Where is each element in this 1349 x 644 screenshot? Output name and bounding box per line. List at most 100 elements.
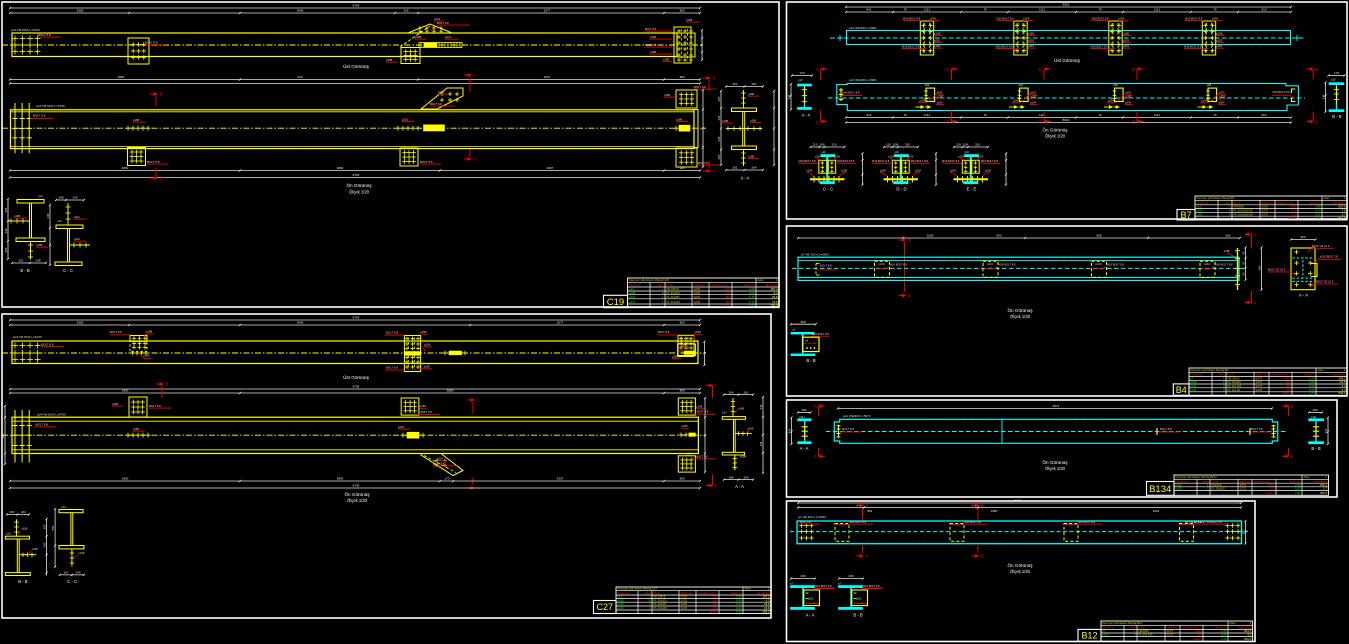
svg-text:243: 243: [759, 404, 763, 409]
svg-text:8700: 8700: [353, 484, 360, 488]
svg-text:p204: p204: [959, 154, 965, 158]
svg-text:245: 245: [717, 115, 721, 120]
svg-text:M16 BOLT 8.8: M16 BOLT 8.8: [850, 520, 867, 524]
svg-text:204: 204: [743, 475, 748, 479]
svg-text:BOLT 8.8: BOLT 8.8: [421, 410, 433, 414]
svg-text:p188: p188: [420, 330, 427, 334]
svg-text:180: 180: [1312, 408, 1317, 412]
svg-text:5940: 5940: [1015, 499, 1022, 503]
svg-text:p204: p204: [1028, 44, 1034, 48]
svg-text:8700: 8700: [353, 385, 360, 389]
svg-text:p188: p188: [747, 427, 753, 431]
svg-text:φ11 IPE/300 L=5973: φ11 IPE/300 L=5973: [843, 414, 871, 418]
svg-text:A - A: A - A: [1299, 293, 1308, 298]
svg-text:p10: p10: [1331, 78, 1336, 82]
svg-text:C: C: [474, 157, 477, 162]
svg-text:108: 108: [893, 143, 898, 147]
svg-text:p203: p203: [937, 91, 943, 95]
svg-text:p188: p188: [722, 119, 728, 123]
svg-text:76: 76: [1098, 8, 1102, 12]
svg-text:662: 662: [726, 295, 731, 299]
svg-text:1.20: 1.20: [1221, 637, 1227, 641]
svg-text:M16 BOLT 8.8: M16 BOLT 8.8: [815, 584, 832, 588]
svg-text:148: 148: [35, 259, 40, 263]
svg-text:170: 170: [1270, 487, 1275, 491]
svg-text:110: 110: [813, 143, 818, 147]
svg-text:Ölçek 1/20: Ölçek 1/20: [1045, 466, 1066, 471]
svg-text:M16 BOLT 8.8: M16 BOLT 8.8: [1092, 17, 1110, 21]
svg-text:4.02: 4.02: [1315, 216, 1321, 220]
svg-text:910: 910: [1261, 113, 1266, 117]
svg-text:BOLT 8.8: BOLT 8.8: [1251, 427, 1263, 431]
svg-text:Adet: Adet: [745, 587, 751, 591]
svg-text:p188: p188: [36, 243, 42, 247]
svg-text:p188: p188: [650, 35, 656, 39]
svg-text:517.8: 517.8: [1339, 216, 1346, 220]
svg-text:C - C: C - C: [63, 268, 73, 273]
svg-text:Adet: Adet: [1324, 196, 1330, 200]
svg-text:p211: p211: [629, 300, 635, 304]
svg-text:p188: p188: [415, 35, 422, 39]
svg-text:p203: p203: [935, 39, 941, 43]
svg-text:p203: p203: [1217, 39, 1223, 43]
svg-text:S235: S235: [694, 300, 701, 304]
svg-text:M16 BOLT 8.8: M16 BOLT 8.8: [911, 159, 929, 163]
svg-text:p10: p10: [965, 150, 970, 154]
svg-text:p111: p111: [1311, 415, 1317, 419]
svg-text:Toplam: Toplam: [1192, 637, 1202, 641]
svg-text:p188: p188: [1123, 32, 1129, 36]
svg-text:245: 245: [42, 542, 46, 547]
svg-text:Üst Görünüş: Üst Görünüş: [343, 374, 369, 380]
svg-text:A: A: [814, 404, 817, 409]
svg-text:76: 76: [1098, 113, 1102, 117]
svg-text:95: 95: [1241, 272, 1245, 276]
svg-text:p203: p203: [808, 598, 814, 601]
svg-text:205: 205: [717, 154, 721, 159]
svg-text:8700: 8700: [353, 173, 360, 177]
svg-text:0.04: 0.04: [1221, 633, 1227, 637]
svg-text:BOLT 8.8: BOLT 8.8: [697, 410, 709, 414]
svg-text:204: 204: [9, 510, 14, 514]
svg-text:M16 BOLT 8.8: M16 BOLT 8.8: [1185, 17, 1203, 21]
svg-text:8901: 8901: [1063, 118, 1070, 122]
svg-text:908: 908: [1096, 234, 1101, 238]
svg-text:204: 204: [925, 83, 930, 87]
svg-text:A: A: [714, 483, 717, 488]
svg-text:p204: p204: [937, 100, 943, 104]
svg-text:p203: p203: [1028, 39, 1034, 43]
svg-text:Ön Görünüş: Ön Görünüş: [1007, 307, 1033, 313]
svg-text:p210 BOLT CE: p210 BOLT CE: [1320, 255, 1338, 259]
svg-text:S275: S275: [1256, 388, 1263, 392]
svg-text:p204: p204: [915, 168, 921, 172]
svg-text:p210: p210: [74, 237, 80, 241]
svg-text:2.7: 2.7: [1323, 487, 1327, 491]
svg-text:143: 143: [72, 196, 77, 200]
svg-text:B: B: [1315, 119, 1318, 124]
svg-text:3307: 3307: [547, 166, 554, 170]
svg-text:S275: S275: [1240, 487, 1247, 491]
svg-text:Ön Görünüş: Ön Görünüş: [346, 182, 372, 188]
svg-text:A: A: [1254, 301, 1257, 306]
svg-text:201: 201: [21, 510, 26, 514]
svg-text:B - B: B - B: [806, 358, 816, 363]
svg-text:2077: 2077: [544, 9, 551, 13]
svg-text:108: 108: [963, 143, 968, 147]
svg-text:p188: p188: [133, 118, 140, 122]
svg-text:170: 170: [799, 71, 804, 75]
svg-text:BOLT 8.8: BOLT 8.8: [33, 114, 46, 118]
svg-text:p205: p205: [1176, 487, 1183, 491]
svg-text:A: A: [866, 503, 869, 508]
svg-text:p188: p188: [672, 354, 678, 358]
svg-text:0.03: 0.03: [1295, 487, 1301, 491]
svg-text:B: B: [1290, 454, 1293, 459]
svg-text:245: 245: [717, 136, 721, 141]
svg-text:76: 76: [1213, 113, 1217, 117]
svg-text:p10: p10: [798, 78, 803, 82]
svg-text:M16 BOLT 8.8: M16 BOLT 8.8: [902, 45, 920, 49]
svg-text:p14: p14: [722, 411, 727, 415]
svg-text:201: 201: [751, 82, 756, 86]
svg-text:p204: p204: [1108, 99, 1114, 103]
svg-text:C - C: C - C: [67, 579, 77, 584]
svg-text:p204: p204: [1219, 100, 1225, 104]
svg-text:p210: p210: [879, 262, 885, 266]
